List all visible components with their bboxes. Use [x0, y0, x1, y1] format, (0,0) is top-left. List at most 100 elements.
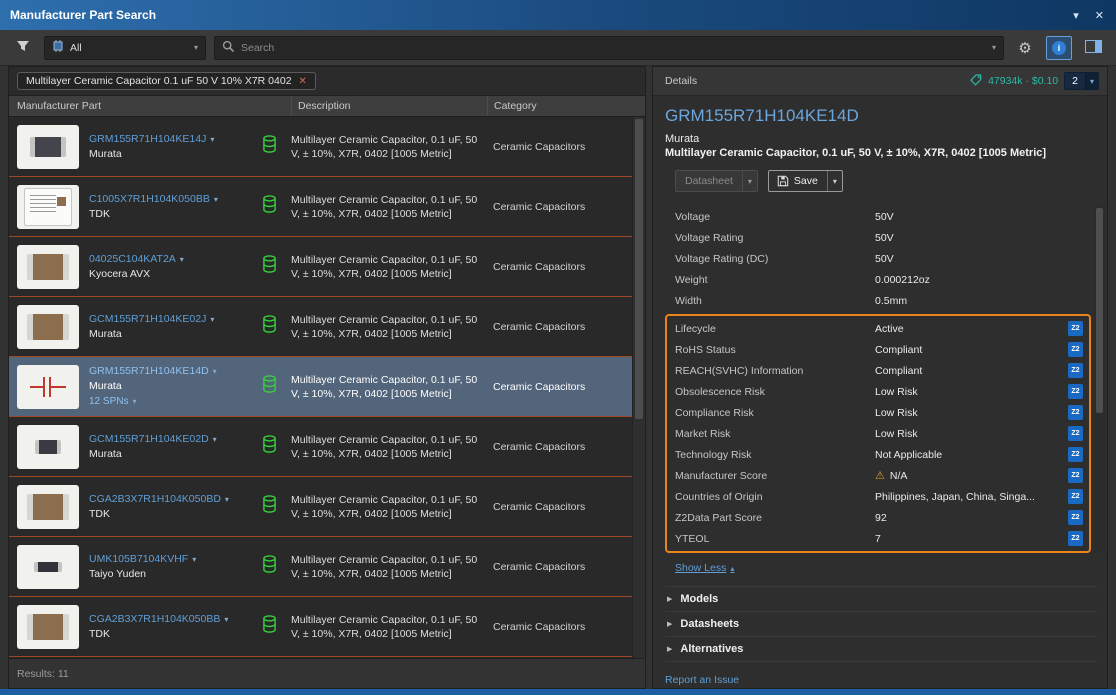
table-row[interactable]: CGA2B3X7R1H104K050BD ▾ TDK Multilayer Ce… — [9, 477, 645, 537]
parameter-name: Technology Risk — [667, 449, 875, 461]
z2data-icon[interactable]: Z2 — [1068, 447, 1083, 462]
show-less-link[interactable]: Show Less ▴ — [675, 562, 1107, 574]
part-category: Ceramic Capacitors — [493, 621, 585, 633]
search-history-icon[interactable]: ▾ — [992, 43, 996, 52]
collapsible-section[interactable]: ▶ Models — [665, 586, 1097, 611]
part-number-link[interactable]: GCM155R71H104KE02J — [89, 313, 206, 326]
z2data-icon[interactable]: Z2 — [1068, 531, 1083, 546]
column-header-manufacturer-part[interactable]: Manufacturer Part — [9, 96, 247, 116]
part-number-link[interactable]: C1005X7R1H104K050BB — [89, 193, 210, 206]
table-row[interactable]: GCM155R71H104KE02J ▾ Murata Multilayer C… — [9, 297, 645, 357]
table-row[interactable]: GCM155R71H104KE02D ▾ Murata Multilayer C… — [9, 417, 645, 477]
chevron-down-icon[interactable]: ▾ — [225, 493, 229, 506]
search-input[interactable] — [241, 42, 986, 54]
part-category: Ceramic Capacitors — [493, 501, 585, 513]
chevron-down-icon[interactable]: ▾ — [213, 365, 217, 378]
z2data-icon[interactable]: Z2 — [1068, 342, 1083, 357]
table-row[interactable]: CGA2B3X7R1H104K050BB ▾ TDK Multilayer Ce… — [9, 597, 645, 657]
search-box[interactable]: ▾ — [214, 36, 1004, 60]
part-number-link[interactable]: CGA2B3X7R1H104K050BD — [89, 493, 221, 506]
info-button[interactable]: i — [1046, 36, 1072, 60]
part-number-link[interactable]: GRM155R71H104KE14D — [89, 365, 209, 378]
collapsible-section[interactable]: ▶ Datasheets — [665, 611, 1097, 636]
parameter-name: Weight — [665, 274, 875, 286]
z2data-icon[interactable]: Z2 — [1068, 405, 1083, 420]
z2data-icon[interactable]: Z2 — [1068, 384, 1083, 399]
parameter-name: Voltage — [665, 211, 875, 223]
parameter-row: Technology Risk Not Applicable Z2 — [667, 444, 1089, 465]
z2data-icon[interactable]: Z2 — [1068, 426, 1083, 441]
part-number-link[interactable]: 04025C104KAT2A — [89, 253, 176, 266]
chevron-down-icon[interactable]: ▾ — [224, 613, 228, 626]
panel-menu-icon[interactable]: ▾ — [1073, 9, 1079, 22]
parameter-row: Voltage Rating 50V — [665, 227, 1091, 248]
solutions-count-dropdown[interactable]: 2 ▾ — [1064, 72, 1099, 90]
z2data-icon[interactable]: Z2 — [1068, 321, 1083, 336]
part-number-link[interactable]: GRM155R71H104KE14J — [89, 133, 206, 146]
part-description: Multilayer Ceramic Capacitor, 0.1 uF, 50… — [291, 133, 487, 161]
part-description: Multilayer Ceramic Capacitor, 0.1 uF, 50… — [291, 193, 487, 221]
search-scope-select[interactable]: All ▾ — [44, 36, 206, 60]
parameter-value: Low Risk — [875, 407, 1068, 419]
chevron-down-icon[interactable]: ▾ — [827, 171, 842, 191]
part-image — [17, 125, 79, 169]
chevron-down-icon[interactable]: ▾ — [132, 395, 136, 408]
manufacturer-name: TDK — [89, 508, 229, 521]
remove-filter-icon[interactable]: ✕ — [299, 76, 307, 87]
chevron-down-icon[interactable]: ▾ — [210, 133, 214, 146]
report-issue-link[interactable]: Report an Issue — [665, 674, 1107, 686]
collapsible-sections: ▶ Models ▶ Datasheets ▶ Alternatives — [665, 586, 1097, 662]
chevron-down-icon[interactable]: ▾ — [742, 171, 757, 191]
column-header-category[interactable]: Category — [487, 96, 632, 116]
table-row[interactable]: GRM155R71H104KE14J ▾ Murata Multilayer C… — [9, 117, 645, 177]
settings-button[interactable]: ⚙ — [1012, 36, 1038, 60]
parameter-row: RoHS Status Compliant Z2 — [667, 339, 1089, 360]
column-header-supply[interactable] — [247, 96, 291, 116]
manufacturer-name: Kyocera AVX — [89, 268, 184, 281]
save-icon — [769, 171, 789, 191]
parameter-name: RoHS Status — [667, 344, 875, 356]
chevron-down-icon[interactable]: ▾ — [210, 313, 214, 326]
scrollbar-thumb[interactable] — [1096, 208, 1103, 413]
z2data-icon[interactable]: Z2 — [1068, 363, 1083, 378]
parameter-row: Market Risk Low Risk Z2 — [667, 423, 1089, 444]
filter-chip-bar: Multilayer Ceramic Capacitor 0.1 uF 50 V… — [9, 67, 645, 96]
filter-button[interactable] — [10, 36, 36, 60]
details-header: Details 47934k · $0.10 2 ▾ — [653, 67, 1107, 96]
z2data-icon[interactable]: Z2 — [1068, 468, 1083, 483]
table-row[interactable]: 04025C104KAT2A ▾ Kyocera AVX Multilayer … — [9, 237, 645, 297]
details-scrollbar[interactable] — [1094, 206, 1105, 553]
parameter-value: Compliant — [875, 344, 1068, 356]
part-number-link[interactable]: UMK105B7104KVHF — [89, 553, 188, 566]
filter-chip[interactable]: Multilayer Ceramic Capacitor 0.1 uF 50 V… — [17, 72, 316, 90]
spns-link[interactable]: 12 SPNs — [89, 395, 128, 408]
manufacturer-part-search-panel: Manufacturer Part Search ▾ ✕ All ▾ ▾ — [0, 0, 1116, 695]
table-row[interactable]: GRM155R71H104KE14D ▾ Murata 12 SPNs ▾ — [9, 357, 645, 417]
chevron-down-icon[interactable]: ▾ — [180, 253, 184, 266]
chevron-down-icon[interactable]: ▾ — [213, 433, 217, 446]
part-image — [17, 425, 79, 469]
chevron-down-icon[interactable]: ▾ — [214, 193, 218, 206]
scrollbar-thumb[interactable] — [635, 119, 643, 419]
stock-price: 47934k · $0.10 — [988, 75, 1058, 87]
z2data-icon[interactable]: Z2 — [1068, 489, 1083, 504]
column-header-description[interactable]: Description — [291, 96, 487, 116]
table-row[interactable]: C1005X7R1H104K050BB ▾ TDK Multilayer Cer… — [9, 177, 645, 237]
part-image — [17, 545, 79, 589]
part-number-link[interactable]: GCM155R71H104KE02D — [89, 433, 209, 446]
panel-titlebar[interactable]: Manufacturer Part Search ▾ ✕ — [0, 0, 1116, 30]
parameter-row: Voltage Rating (DC) 50V — [665, 248, 1091, 269]
scope-icon — [52, 40, 64, 55]
close-icon[interactable]: ✕ — [1095, 9, 1104, 22]
part-number-link[interactable]: CGA2B3X7R1H104K050BB — [89, 613, 220, 626]
table-scrollbar[interactable] — [632, 117, 645, 658]
datasheet-button[interactable]: Datasheet ▾ — [675, 170, 758, 192]
table-row[interactable]: UMK105B7104KVHF ▾ Taiyo Yuden Multilayer… — [9, 537, 645, 597]
save-button[interactable]: Save ▾ — [768, 170, 843, 192]
collapsible-section[interactable]: ▶ Alternatives — [665, 636, 1097, 661]
manufacturer-name: TDK — [89, 628, 228, 641]
panels-button[interactable] — [1080, 36, 1106, 60]
z2data-icon[interactable]: Z2 — [1068, 510, 1083, 525]
chevron-down-icon[interactable]: ▾ — [192, 553, 196, 566]
solutions-count: 2 — [1065, 73, 1085, 89]
